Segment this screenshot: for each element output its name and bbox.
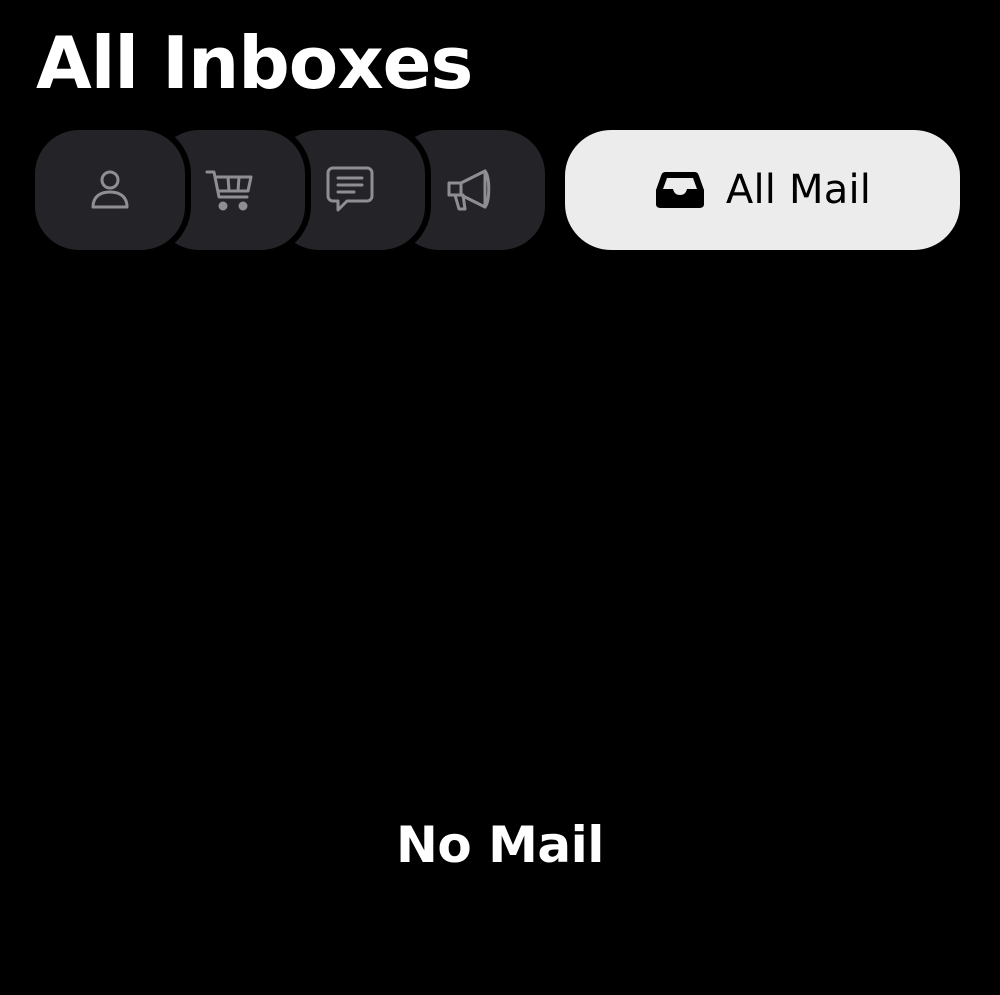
all-mail-label: All Mail bbox=[725, 167, 872, 213]
message-icon bbox=[326, 166, 374, 212]
tray-icon bbox=[655, 172, 704, 208]
category-primary-button[interactable] bbox=[35, 130, 185, 250]
megaphone-icon bbox=[447, 169, 491, 211]
cart-icon bbox=[205, 170, 253, 211]
all-mail-button[interactable]: All Mail bbox=[565, 130, 960, 250]
mail-screen: All Inboxes All Mail No Mail bbox=[0, 0, 1000, 995]
empty-state-message: No Mail bbox=[396, 816, 604, 874]
page-title: All Inboxes bbox=[36, 21, 473, 105]
person-icon bbox=[91, 170, 129, 209]
category-filter-bar: All Mail bbox=[0, 130, 1000, 252]
